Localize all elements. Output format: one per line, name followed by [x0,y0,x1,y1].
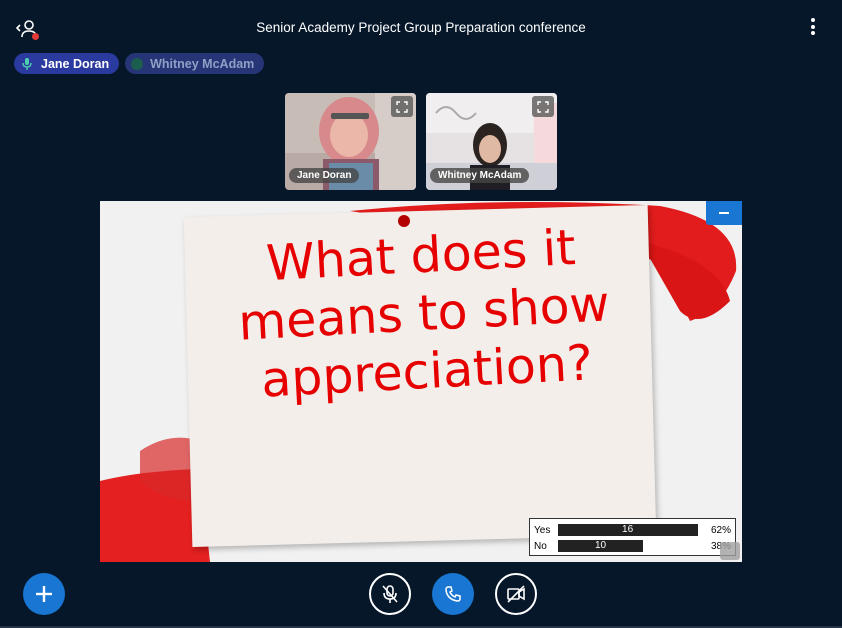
poll-bar: 16 [557,524,698,536]
expand-icon[interactable] [391,96,413,117]
slide-heading: What does it means to show appreciation? [200,216,649,413]
video-tile-jane-doran[interactable]: Jane Doran [285,93,416,190]
video-tile-whitney-mcadam[interactable]: Whitney McAdam [426,93,557,190]
poll-option-label: Yes [534,524,551,536]
video-list: Jane Doran Whitney McAdam [285,93,557,190]
more-vertical-icon[interactable] [804,18,822,40]
talking-indicator-label: Jane Doran [41,56,110,71]
poll-option-label: No [534,540,547,552]
poll-bar-track: 10 [557,540,704,552]
leave-audio-button[interactable] [432,573,474,615]
conference-app: Senior Academy Project Group Preparation… [0,0,842,628]
share-webcam-button[interactable] [495,573,537,615]
mute-microphone-button[interactable] [369,573,411,615]
minimize-presentation-button[interactable] [706,201,742,225]
microphone-muted-icon [382,585,398,603]
meeting-title: Senior Academy Project Group Preparation… [256,20,586,35]
poll-results: Yes 16 62% No 10 38% [529,518,736,556]
plus-icon [36,586,52,602]
actions-button[interactable] [23,573,65,615]
talking-indicator-jane-doran[interactable]: Jane Doran [14,53,120,74]
video-name-label: Jane Doran [289,168,360,183]
pin-icon [398,215,410,227]
presentation-area: What does it means to show appreciation?… [100,201,742,562]
expand-icon[interactable] [532,96,554,117]
poll-percent: 62% [710,524,731,536]
poll-row-yes: Yes 16 62% [534,522,731,538]
talking-indicator-label: Whitney McAdam [150,56,255,71]
phone-icon [445,586,461,602]
talking-indicator-whitney-mcadam[interactable]: Whitney McAdam [125,53,265,74]
poll-bar: 10 [557,540,644,552]
video-name-label: Whitney McAdam [430,168,530,183]
fullscreen-icon[interactable] [720,542,740,560]
camera-off-icon [507,585,525,603]
poll-row-no: No 10 38% [534,538,731,554]
dot-icon [131,57,144,70]
microphone-icon [20,57,34,71]
talking-indicators: Jane Doran Whitney McAdam [14,53,265,74]
poll-bar-track: 16 [557,524,704,536]
